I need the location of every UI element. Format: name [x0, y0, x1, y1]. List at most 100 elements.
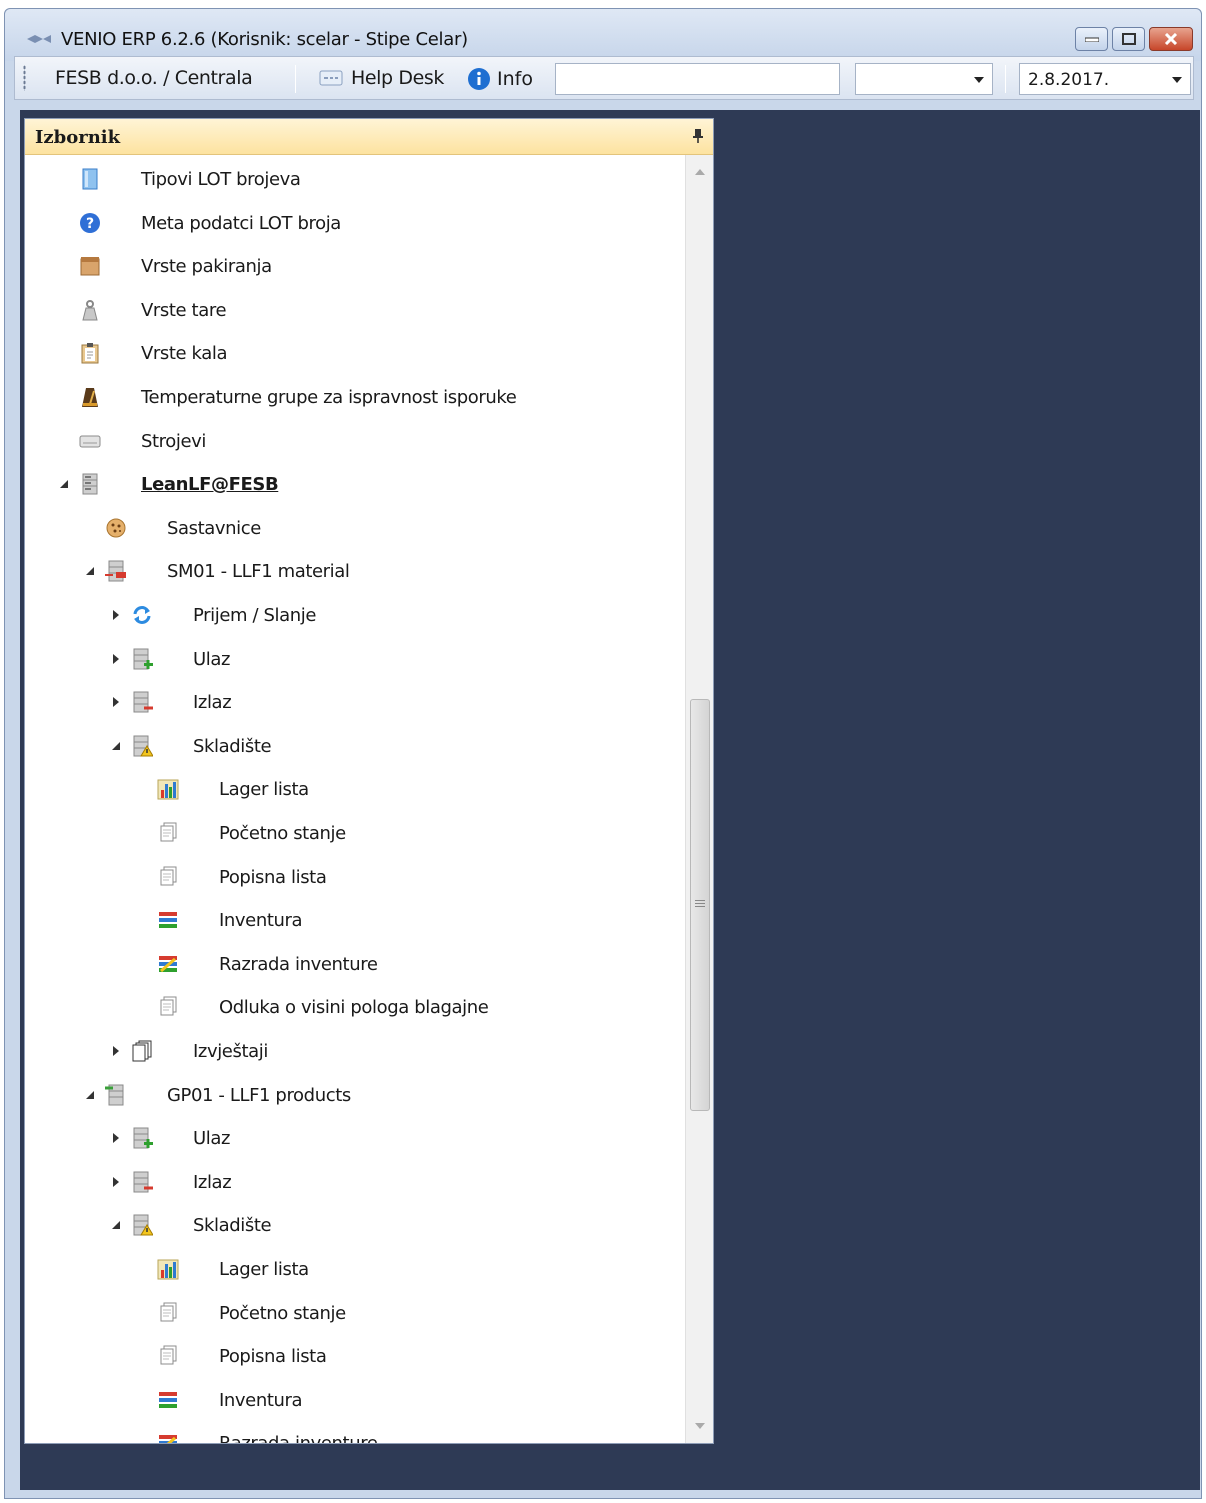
panel-title: Izbornik [35, 127, 121, 148]
tree-item[interactable]: Tipovi LOT brojeva [25, 159, 685, 199]
collapse-arrow-icon[interactable] [59, 479, 69, 489]
tree-item-label: Skladište [193, 1215, 272, 1237]
app-logo-icon [27, 35, 51, 43]
expand-arrow-icon[interactable] [111, 1176, 121, 1187]
document-icon [82, 168, 98, 190]
tree-item-label: Početno stanje [219, 823, 346, 844]
tree-item-label: Izlaz [193, 1171, 232, 1193]
tree-item[interactable]: Skladište [25, 1205, 685, 1245]
tree-item[interactable]: Skladište [25, 726, 685, 766]
tree-item[interactable]: Lager lista [25, 769, 685, 809]
tree-item[interactable]: Popisna lista [25, 1336, 685, 1376]
date-value: 2.8.2017. [1028, 70, 1110, 90]
cookie-icon [106, 518, 126, 538]
collapse-arrow-icon[interactable] [85, 566, 95, 576]
tree-item[interactable]: Razrada inventure [25, 1423, 685, 1443]
tree-item-label: Strojevi [141, 430, 207, 452]
tree-item[interactable]: Početno stanje [25, 1293, 685, 1333]
tree-item[interactable]: Izvještaji [25, 1031, 685, 1071]
svg-text:?: ? [86, 216, 94, 232]
search-input[interactable] [555, 63, 840, 95]
company-label[interactable]: FESB d.o.o. / Centrala [55, 67, 253, 89]
scroll-thumb[interactable] [690, 699, 710, 1111]
expand-arrow-icon[interactable] [111, 653, 121, 664]
tree-item-label: GP01 - LLF1 products [167, 1084, 351, 1106]
expand-arrow-icon[interactable] [111, 1046, 121, 1056]
server-out-icon [105, 560, 126, 582]
info-label: Info [497, 68, 533, 90]
tree-item[interactable]: Strojevi [25, 421, 685, 461]
tree-item[interactable]: Početno stanje [25, 813, 685, 853]
info-icon [468, 68, 490, 90]
pages-icon [160, 1302, 177, 1322]
tree-item[interactable]: Razrada inventure [25, 944, 685, 984]
tree-item[interactable]: Ulaz [25, 639, 685, 679]
tree-item-label: Ulaz [193, 648, 231, 670]
tree-item-label: Izlaz [193, 692, 232, 714]
tree-item[interactable]: LeanLF@FESB [25, 464, 685, 504]
tree-item-label: Inventura [219, 1389, 303, 1411]
tree-item-label: Razrada inventure [219, 1433, 378, 1443]
stack-edit-icon [159, 955, 177, 972]
tree-item[interactable]: Ulaz [25, 1118, 685, 1158]
weight-icon [82, 299, 98, 321]
context-select[interactable] [855, 63, 993, 95]
tree-item[interactable]: Prijem / Slanje [25, 595, 685, 635]
expand-arrow-icon[interactable] [111, 610, 121, 620]
helpdesk-button[interactable]: Help Desk [319, 67, 444, 89]
minimize-button[interactable] [1075, 27, 1108, 51]
tree-item[interactable]: Popisna lista [25, 857, 685, 897]
tree-item-label: Lager lista [219, 779, 309, 801]
expand-arrow-icon[interactable] [111, 1133, 121, 1144]
tree-item[interactable]: Lager lista [25, 1249, 685, 1289]
collapse-arrow-icon[interactable] [111, 1220, 121, 1230]
tree-item[interactable]: Temperaturne grupe za ispravnost isporuk… [25, 377, 685, 417]
tree-item[interactable]: GP01 - LLF1 products [25, 1075, 685, 1115]
server-add-icon [133, 648, 153, 670]
pages-icon [160, 822, 177, 842]
panel-header: Izbornik [25, 119, 713, 155]
server-warning-icon [133, 1214, 153, 1236]
server-in-icon [105, 1084, 124, 1106]
toolbar-separator [1005, 65, 1006, 93]
tree-item[interactable]: Vrste pakiranja [25, 246, 685, 286]
toolbar-grip[interactable] [23, 65, 26, 91]
pin-icon[interactable] [693, 129, 703, 143]
tree-item-label: Lager lista [219, 1259, 309, 1280]
tree-item-label: Popisna lista [219, 1346, 327, 1368]
window-title: VENIO ERP 6.2.6 (Korisnik: scelar - Stip… [61, 29, 468, 50]
pages-icon [160, 1345, 177, 1365]
tree-scrollbar[interactable] [685, 155, 713, 1443]
tree-item[interactable]: SM01 - LLF1 material [25, 551, 685, 591]
clipboard-icon [81, 343, 99, 364]
scroll-up-icon[interactable] [695, 169, 705, 175]
date-select[interactable]: 2.8.2017. [1019, 63, 1191, 95]
tree-item[interactable]: Sastavnice [25, 508, 685, 548]
tree-item-label: Skladište [193, 735, 272, 757]
stack-edit-icon [159, 1435, 177, 1443]
tree-item[interactable]: Inventura [25, 1380, 685, 1420]
tree-item[interactable]: ? Meta podatci LOT broja [25, 203, 685, 243]
tree-item-label: Izvještaji [193, 1041, 268, 1062]
tree-item[interactable]: Vrste kala [25, 333, 685, 373]
scroll-down-icon[interactable] [695, 1423, 705, 1429]
server-icon [82, 473, 98, 495]
tree-item[interactable]: Izlaz [25, 1162, 685, 1202]
toolbar-separator [295, 65, 296, 93]
close-button[interactable] [1149, 27, 1193, 51]
tree-item[interactable]: Vrste tare [25, 290, 685, 330]
collapse-arrow-icon[interactable] [85, 1090, 95, 1100]
keyboard-icon [79, 435, 101, 448]
collapse-arrow-icon[interactable] [111, 741, 121, 751]
server-warning-icon [133, 735, 153, 757]
minimize-icon [1084, 37, 1099, 42]
maximize-button[interactable] [1112, 27, 1145, 51]
tree-item[interactable]: Izlaz [25, 682, 685, 722]
sync-icon [133, 606, 151, 624]
grip-icon [695, 900, 705, 908]
info-button[interactable]: Info [467, 67, 533, 91]
tree-item[interactable]: Odluka o visini pologa blagajne [25, 987, 685, 1027]
tree-item[interactable]: Inventura [25, 900, 685, 940]
expand-arrow-icon[interactable] [111, 697, 121, 708]
tree-item-label: LeanLF@FESB [141, 474, 279, 496]
